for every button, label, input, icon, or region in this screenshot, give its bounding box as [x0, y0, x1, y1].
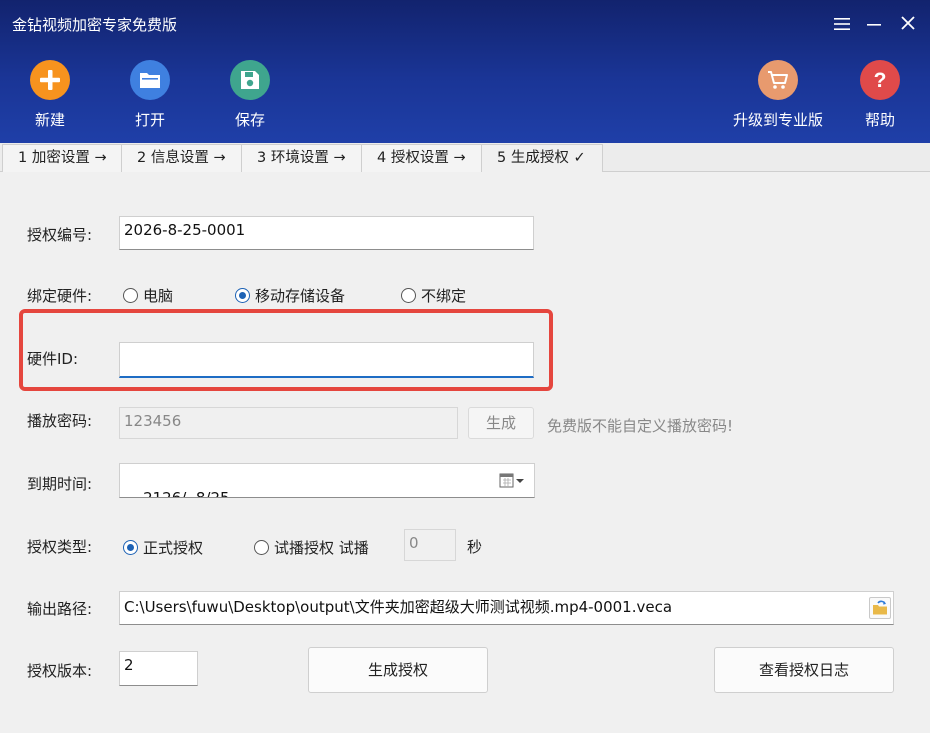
menu-icon[interactable] — [829, 12, 855, 38]
tab-environment-settings[interactable]: 3 环境设置 → — [241, 144, 362, 172]
radio-bind-none[interactable]: 不绑定 — [401, 285, 466, 306]
minimize-icon[interactable] — [861, 12, 887, 38]
tab-license-settings[interactable]: 4 授权设置 → — [361, 144, 482, 172]
radio-dot — [254, 540, 269, 555]
help-label: 帮助 — [864, 111, 895, 129]
seconds-unit-label: 秒 — [467, 538, 483, 556]
hardware-id-label: 硬件ID: — [27, 350, 79, 368]
radio-dot — [123, 288, 138, 303]
main-panel: 授权编号: 2026-8-25-0001 绑定硬件: 电脑 移动存储设备 不绑定… — [0, 172, 930, 733]
radio-formal-license[interactable]: 正式授权 — [123, 537, 203, 558]
radio-bind-computer[interactable]: 电脑 — [123, 285, 173, 306]
upgrade-button[interactable]: 升级到专业版 — [723, 60, 833, 130]
open-label: 打开 — [134, 111, 165, 129]
trial-seconds-input[interactable]: 0 — [404, 529, 456, 561]
help-button[interactable]: ? 帮助 — [840, 60, 920, 130]
license-type-label: 授权类型: — [27, 538, 93, 556]
radio-bind-removable[interactable]: 移动存储设备 — [235, 285, 345, 306]
radio-label: 移动存储设备 — [255, 287, 346, 305]
close-icon[interactable] — [895, 12, 921, 38]
play-password-label: 播放密码: — [27, 412, 93, 430]
tab-bar: 1 加密设置 → 2 信息设置 → 3 环境设置 → 4 授权设置 → 5 生成… — [0, 143, 930, 173]
save-button[interactable]: 保存 — [210, 60, 290, 130]
folder-icon — [130, 60, 170, 100]
browse-folder-icon[interactable] — [869, 597, 891, 619]
version-label: 授权版本: — [27, 662, 93, 680]
cart-icon — [758, 60, 798, 100]
radio-label: 试播授权 试播 — [274, 539, 369, 557]
play-password-input[interactable]: 123456 — [119, 407, 458, 439]
tab-info-settings[interactable]: 2 信息设置 → — [121, 144, 242, 172]
radio-dot-selected — [235, 288, 250, 303]
radio-dot-selected — [123, 540, 138, 555]
new-label: 新建 — [34, 111, 65, 129]
svg-text:?: ? — [874, 69, 887, 92]
hardware-id-input[interactable] — [119, 342, 534, 378]
generate-license-button[interactable]: 生成授权 — [308, 647, 488, 693]
generate-password-button[interactable]: 生成 — [468, 407, 534, 439]
view-license-log-button[interactable]: 查看授权日志 — [714, 647, 894, 693]
password-note: 免费版不能自定义播放密码! — [547, 417, 734, 435]
question-icon: ? — [860, 60, 900, 100]
tab-generate-license[interactable]: 5 生成授权 ✓ — [481, 144, 603, 173]
output-path-input[interactable]: C:\Users\fuwu\Desktop\output\文件夹加密超级大师测试… — [119, 591, 894, 625]
radio-label: 正式授权 — [143, 539, 204, 557]
save-icon — [230, 60, 270, 100]
calendar-dropdown-icon[interactable] — [499, 473, 527, 489]
radio-dot — [401, 288, 416, 303]
radio-trial-license[interactable]: 试播授权 试播 — [254, 537, 369, 558]
tab-encrypt-settings[interactable]: 1 加密设置 → — [2, 144, 122, 172]
radio-label: 不绑定 — [421, 287, 467, 305]
expire-label: 到期时间: — [27, 475, 93, 493]
save-label: 保存 — [234, 111, 265, 129]
upgrade-label: 升级到专业版 — [732, 111, 823, 129]
new-button[interactable]: 新建 — [10, 60, 90, 130]
expire-date-value: 2126/ 8/25 — [143, 489, 230, 498]
expire-date-picker[interactable]: 2126/ 8/25 — [119, 463, 535, 498]
version-input[interactable]: 2 — [119, 651, 198, 686]
output-path-label: 输出路径: — [27, 600, 93, 618]
plus-icon — [30, 60, 70, 100]
radio-label: 电脑 — [143, 287, 174, 305]
title-toolbar-area: 金钻视频加密专家免费版 新建 打开 保存 升级到专业版 ? 帮助 — [0, 0, 930, 143]
bind-hardware-label: 绑定硬件: — [27, 287, 93, 305]
app-title: 金钻视频加密专家免费版 — [12, 16, 178, 34]
open-button[interactable]: 打开 — [110, 60, 190, 130]
license-no-label: 授权编号: — [27, 226, 93, 244]
license-no-input[interactable]: 2026-8-25-0001 — [119, 216, 534, 250]
